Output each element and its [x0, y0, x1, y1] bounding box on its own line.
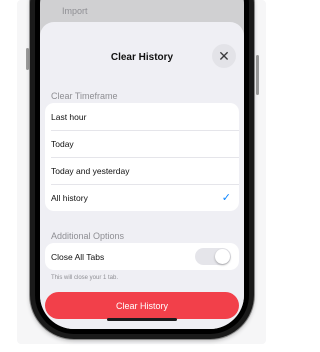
timeframe-option-all-history[interactable]: All history ✓	[45, 184, 239, 211]
close-button[interactable]: ✕	[212, 44, 236, 68]
option-label: Last hour	[51, 111, 87, 122]
option-label: Today and yesterday	[51, 165, 130, 176]
option-label: Today	[51, 138, 74, 149]
home-indicator	[107, 318, 177, 321]
timeframe-options-group: Last hour Today Today and yesterday All …	[45, 103, 239, 211]
phone-bezel: Import Clear History ✕ Clear Timeframe L…	[35, 0, 249, 334]
close-all-tabs-toggle[interactable]	[195, 248, 231, 265]
additional-options-section-label: Additional Options	[51, 231, 125, 241]
timeframe-option-today[interactable]: Today	[45, 130, 239, 157]
toggle-knob	[215, 249, 230, 264]
timeframe-option-last-hour[interactable]: Last hour	[45, 103, 239, 130]
timeframe-option-today-and-yesterday[interactable]: Today and yesterday	[45, 157, 239, 184]
close-all-tabs-label: Close All Tabs	[51, 251, 105, 262]
clear-history-button[interactable]: Clear History	[45, 292, 239, 319]
background-import-text: Import	[62, 6, 88, 16]
clear-history-sheet: Clear History ✕ Clear Timeframe Last hou…	[40, 22, 244, 329]
phone-side-button	[26, 48, 29, 70]
close-tabs-hint: This will close your 1 tab.	[51, 275, 119, 281]
timeframe-section-label: Clear Timeframe	[51, 91, 118, 101]
phone-side-button	[256, 55, 259, 95]
clear-history-button-label: Clear History	[115, 300, 168, 311]
phone-frame: Import Clear History ✕ Clear Timeframe L…	[30, 0, 254, 339]
checkmark-icon: ✓	[221, 192, 231, 204]
additional-options-group: Close All Tabs	[45, 243, 239, 270]
option-label: All history	[51, 192, 88, 203]
close-all-tabs-row: Close All Tabs	[45, 243, 239, 270]
phone-screen: Import Clear History ✕ Clear Timeframe L…	[40, 0, 244, 329]
xmark-icon: ✕	[218, 47, 230, 64]
